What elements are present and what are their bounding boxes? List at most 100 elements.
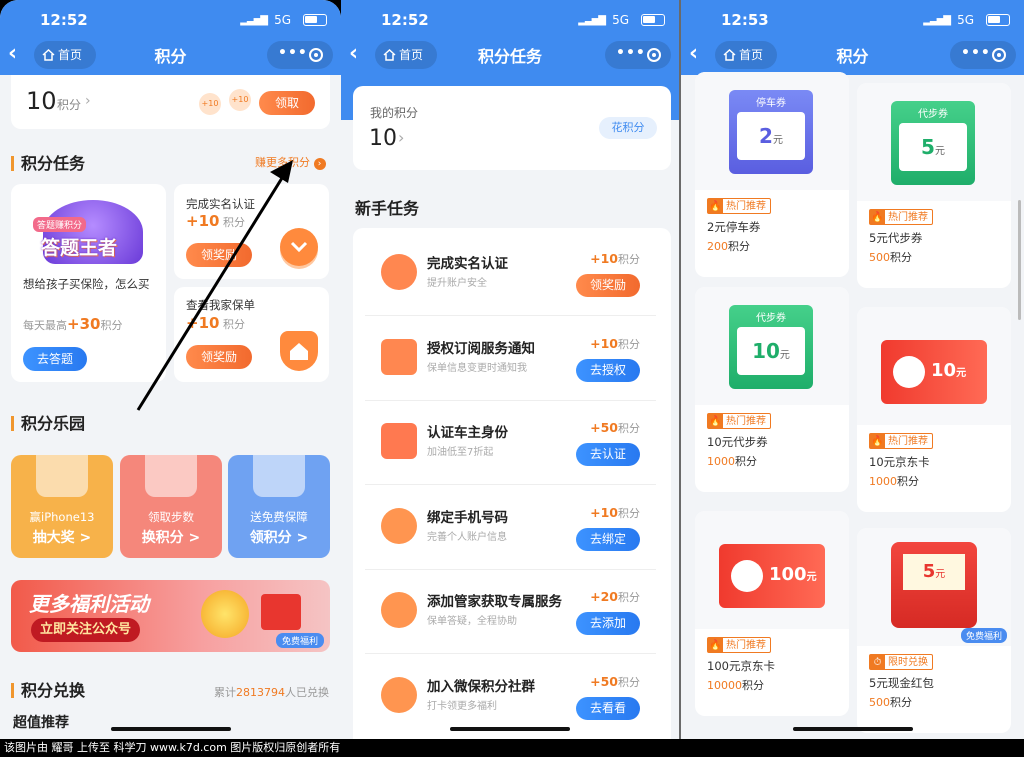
product-card[interactable]: 停车券 2元 🔥 热门推荐 2元停车券 200积分 [695,72,849,277]
task-action-button[interactable]: 去添加 [576,612,640,635]
task-action-button[interactable]: 领奖励 [576,274,640,297]
product-name: 5元现金红包 [869,676,934,690]
product-name: 10元代步券 [707,435,768,449]
product-thumbnail: 代步券 5元 [857,83,1011,201]
product-thumbnail: 停车券 2元 [695,72,849,190]
new-tasks-title: 新手任务 [355,199,420,218]
product-card[interactable]: 5元免费福利 ⏱ 限时兑换 5元现金红包 500积分 [857,528,1011,733]
task-desc: 提升账户安全 [427,278,487,289]
cash-value: 5 [922,561,936,582]
product-thumbnail: 代步券 10元 [695,287,849,405]
product-card[interactable]: 10元 🔥 热门推荐 10元京东卡 1000积分 [857,307,1011,512]
status-bar: 12:53 ▂▃▅▇ 5G [681,11,1024,31]
task-points-unit: 积分 [618,506,640,520]
voucher-ticket: 10元 [737,327,805,375]
task-title: 授权订阅服务通知 [427,340,535,357]
price-unit: 积分 [742,679,764,692]
scrollbar-thumb[interactable] [1018,200,1021,320]
task-title: 加入微保积分社群 [427,678,535,695]
price-value: 500 [869,696,890,709]
task-points: +20积分 [590,589,640,605]
task-list: 完成实名认证 提升账户安全 +10积分 领奖励 授权订阅服务通知 保单信息变更时通知我 +1… [353,228,671,739]
task-desc: 完善个人账户信息 [427,531,507,543]
nav-bar: ‹ 首页 积分任务 ••• [341,40,679,70]
task-points-num: +10 [590,504,618,520]
fire-icon: 🔥 [870,210,885,224]
voucher-unit: 元 [772,135,783,146]
jd-dog-icon [893,356,925,388]
product-tag: 🔥 热门推荐 [869,433,933,449]
annotation-arrow [136,160,293,411]
product-tag: 🔥 热门推荐 [707,637,771,653]
my-points-value: 10 [369,126,397,151]
close-target-icon[interactable] [647,48,661,62]
price-unit: 积分 [890,696,912,709]
product-name: 10元京东卡 [869,455,930,469]
voucher-image: 停车券 2元 [729,90,813,174]
voucher-label: 代步券 [756,313,786,324]
voucher-unit: 元 [779,350,790,361]
watermark-footer: 该图片由 耀哥 上传至 科学刀 www.k7d.com 图片版权归原创者所有 [0,739,1024,757]
chevron-right-icon[interactable]: › [398,128,404,147]
task-points-num: +10 [590,251,618,266]
voucher-ticket: 5元 [899,123,967,171]
task-action-button[interactable]: 去看看 [576,696,640,720]
task-row: 完成实名认证提升账户安全 +10积分领奖励 [365,232,656,316]
task-points: +50积分 [590,674,640,690]
price-unit: 积分 [897,475,919,488]
product-tag-label: 热门推荐 [726,640,766,651]
my-points-card: 我的积分 10 › 花积分 [353,86,671,170]
nav-bar: ‹ 首页 积分 ••• [681,40,1024,70]
card-value-text: 100元 [769,564,817,585]
cash-note: 5元 [903,554,965,590]
voucher-value: 2 [759,124,773,148]
status-time: 12:52 [381,11,429,29]
product-card[interactable]: 100元 🔥 热门推荐 100元京东卡 10000积分 [695,511,849,716]
product-card[interactable]: 代步券 10元 🔥 热门推荐 10元代步券 1000积分 [695,287,849,492]
task-points-num: +10 [590,335,618,351]
points-home-screen: 12:52 ▂▃▅▇ 5G ‹ 首页 积分 ••• 10 积分 › +10 +1… [0,0,341,739]
card-value: 10 [931,360,957,381]
task-row: 授权订阅服务通知 保单信息变更时通知我 +10积分 去授权 [365,317,656,401]
task-points-num: +20 [590,589,618,604]
price-value: 1000 [869,475,897,488]
task-desc: 加油低至7折起 [427,447,494,458]
price-unit: 积分 [890,251,912,264]
voucher-label: 代步券 [918,109,948,120]
jd-card-image: 100元 [719,544,825,608]
mini-program-capsule[interactable]: ••• [950,41,1016,69]
task-title: 完成实名认证 [427,256,508,272]
voucher-unit: 元 [934,146,945,157]
product-thumbnail: 100元 [695,511,849,629]
card-unit: 元 [956,368,967,379]
app-header: 12:53 ▂▃▅▇ 5G ‹ 首页 积分 ••• [681,0,1024,75]
task-row: 绑定手机号码 完善个人账户信息 +10积分 去绑定 [365,486,656,570]
product-card[interactable]: 代步券 5元 🔥 热门推荐 5元代步券 500积分 [857,83,1011,288]
mini-program-capsule[interactable]: ••• [605,41,671,69]
my-points-label: 我的积分 [370,106,419,120]
price-value: 1000 [707,455,735,468]
task-action-button[interactable]: 去绑定 [576,527,640,551]
home-indicator [792,727,913,731]
shield-heart-icon [381,592,417,628]
task-action-button[interactable]: 去认证 [576,443,640,466]
task-desc: 打卡领更多福利 [427,700,497,712]
product-tag-label: 热门推荐 [726,201,766,212]
price-value: 10000 [707,679,742,692]
task-points-unit: 积分 [618,253,640,266]
product-price: 500积分 [869,249,912,265]
signal-icon: ▂▃▅▇ [578,15,606,26]
task-points-num: +50 [590,673,618,689]
close-target-icon[interactable] [992,48,1006,62]
network-label: 5G [957,13,974,27]
fire-icon: 🔥 [708,638,723,652]
task-action-button[interactable]: 去授权 [576,358,640,382]
task-row: 认证车主身份 加油低至7折起 +50积分 去认证 [365,401,656,485]
product-tag: ⏱ 限时兑换 [869,654,933,670]
task-points: +10积分 [590,505,640,521]
more-icon[interactable]: ••• [961,45,991,61]
free-benefit-badge: 免费福利 [960,628,1007,643]
more-icon[interactable]: ••• [616,45,646,61]
signal-icon: ▂▃▅▇ [923,15,951,26]
spend-points-button[interactable]: 花积分 [599,117,657,139]
